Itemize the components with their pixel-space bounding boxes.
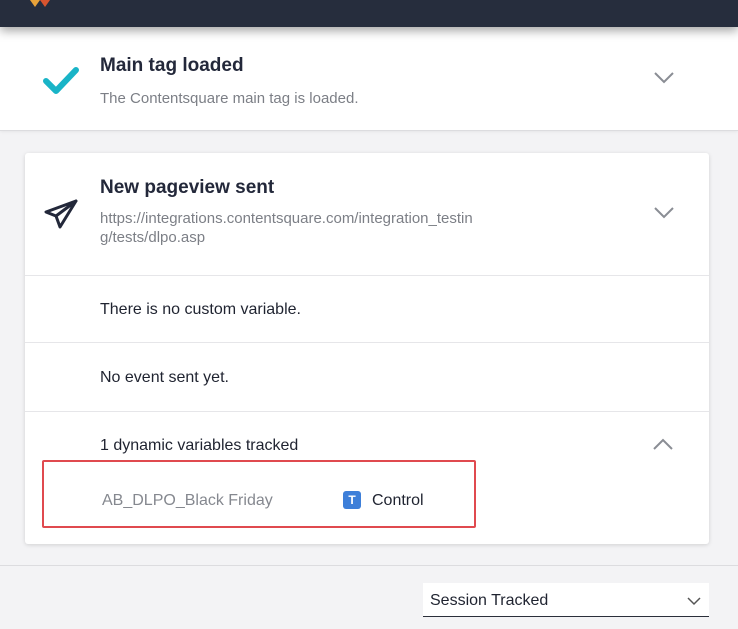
session-select-value: Session Tracked (430, 592, 549, 609)
session-select[interactable]: Session Tracked (423, 583, 709, 617)
divider (25, 275, 709, 276)
pageview-title: New pageview sent (100, 177, 275, 198)
chevron-up-icon[interactable] (652, 437, 674, 451)
check-icon (43, 67, 79, 94)
dynamic-variable-value: Control (372, 492, 424, 509)
footer-divider (0, 565, 738, 566)
events-text: No event sent yet. (100, 369, 229, 386)
chevron-down-icon[interactable] (653, 71, 675, 85)
top-bar (0, 0, 738, 27)
pageview-panel: New pageview sent https://integrations.c… (25, 153, 709, 544)
dynamic-variables-header[interactable]: 1 dynamic variables tracked (100, 437, 298, 455)
divider (25, 411, 709, 412)
pageview-url-line2[interactable]: g/tests/dlpo.asp (100, 228, 205, 247)
main-tag-row[interactable]: Main tag loaded The Contentsquare main t… (0, 27, 738, 131)
main-tag-subtitle: The Contentsquare main tag is loaded. (100, 90, 359, 107)
pageview-url-line1[interactable]: https://integrations.contentsquare.com/i… (100, 209, 473, 228)
dynamic-variable-name: AB_DLPO_Black Friday (102, 492, 273, 509)
chevron-down-icon (687, 597, 701, 606)
divider (25, 342, 709, 343)
type-badge: T (343, 491, 361, 509)
chevron-down-icon[interactable] (653, 206, 675, 220)
main-tag-title: Main tag loaded (100, 55, 244, 76)
contentsquare-logo (30, 0, 50, 7)
custom-variables-text: There is no custom variable. (100, 301, 301, 318)
paper-plane-icon (44, 199, 78, 229)
